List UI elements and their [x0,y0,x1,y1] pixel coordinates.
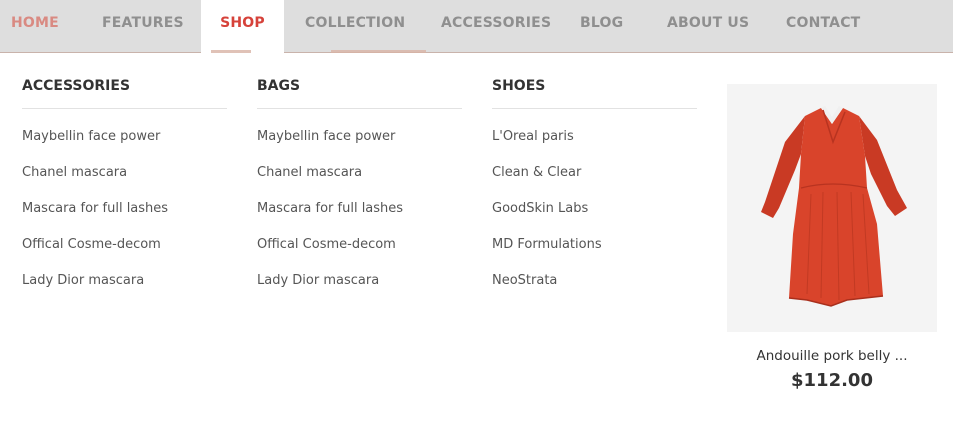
menu-column-bags: BAGS Maybellin face power Chanel mascara… [257,76,462,308]
nav-item-contact[interactable]: CONTACT [786,0,860,52]
menu-link[interactable]: Clean & Clear [492,164,697,200]
column-title: SHOES [492,76,697,109]
menu-link[interactable]: NeoStrata [492,272,697,308]
nav-item-shop[interactable]: SHOP [201,0,284,53]
menu-column-shoes: SHOES L'Oreal paris Clean & Clear GoodSk… [492,76,697,308]
menu-link[interactable]: Offical Cosme-decom [22,236,227,272]
nav-item-about-us[interactable]: ABOUT US [667,0,749,52]
nav-item-accessories[interactable]: ACCESSORIES [441,0,551,52]
menu-column-accessories: ACCESSORIES Maybellin face power Chanel … [22,76,227,308]
menu-link[interactable]: Lady Dior mascara [257,272,462,308]
menu-link[interactable]: GoodSkin Labs [492,200,697,236]
column-title: ACCESSORIES [22,76,227,109]
column-title: BAGS [257,76,462,109]
link-list: Maybellin face power Chanel mascara Masc… [257,128,462,308]
link-list: Maybellin face power Chanel mascara Masc… [22,128,227,308]
hero-banner-edge [211,50,251,53]
menu-link[interactable]: L'Oreal paris [492,128,697,164]
red-dress-image[interactable] [727,84,937,332]
menu-link[interactable]: Lady Dior mascara [22,272,227,308]
menu-link[interactable]: Maybellin face power [257,128,462,164]
featured-product-card: Andouille pork belly ... $112.00 [727,84,937,391]
dress-icon [761,106,907,307]
menu-link[interactable]: Chanel mascara [22,164,227,200]
nav-item-blog[interactable]: BLOG [580,0,623,52]
nav-item-features[interactable]: FEATURES [102,0,184,52]
menu-link[interactable]: Mascara for full lashes [257,200,462,236]
menu-link[interactable]: Mascara for full lashes [22,200,227,236]
menu-link[interactable]: Chanel mascara [257,164,462,200]
product-price: $112.00 [791,370,873,391]
nav-item-home[interactable]: HOME [11,0,59,52]
main-navigation: HOME FEATURES SHOP COLLECTION ACCESSORIE… [0,0,953,53]
menu-link[interactable]: Maybellin face power [22,128,227,164]
menu-link[interactable]: Offical Cosme-decom [257,236,462,272]
link-list: L'Oreal paris Clean & Clear GoodSkin Lab… [492,128,697,308]
nav-item-collection[interactable]: COLLECTION [305,0,405,52]
product-name[interactable]: Andouille pork belly ... [727,348,937,364]
hero-banner-edge [331,50,426,53]
menu-link[interactable]: MD Formulations [492,236,697,272]
